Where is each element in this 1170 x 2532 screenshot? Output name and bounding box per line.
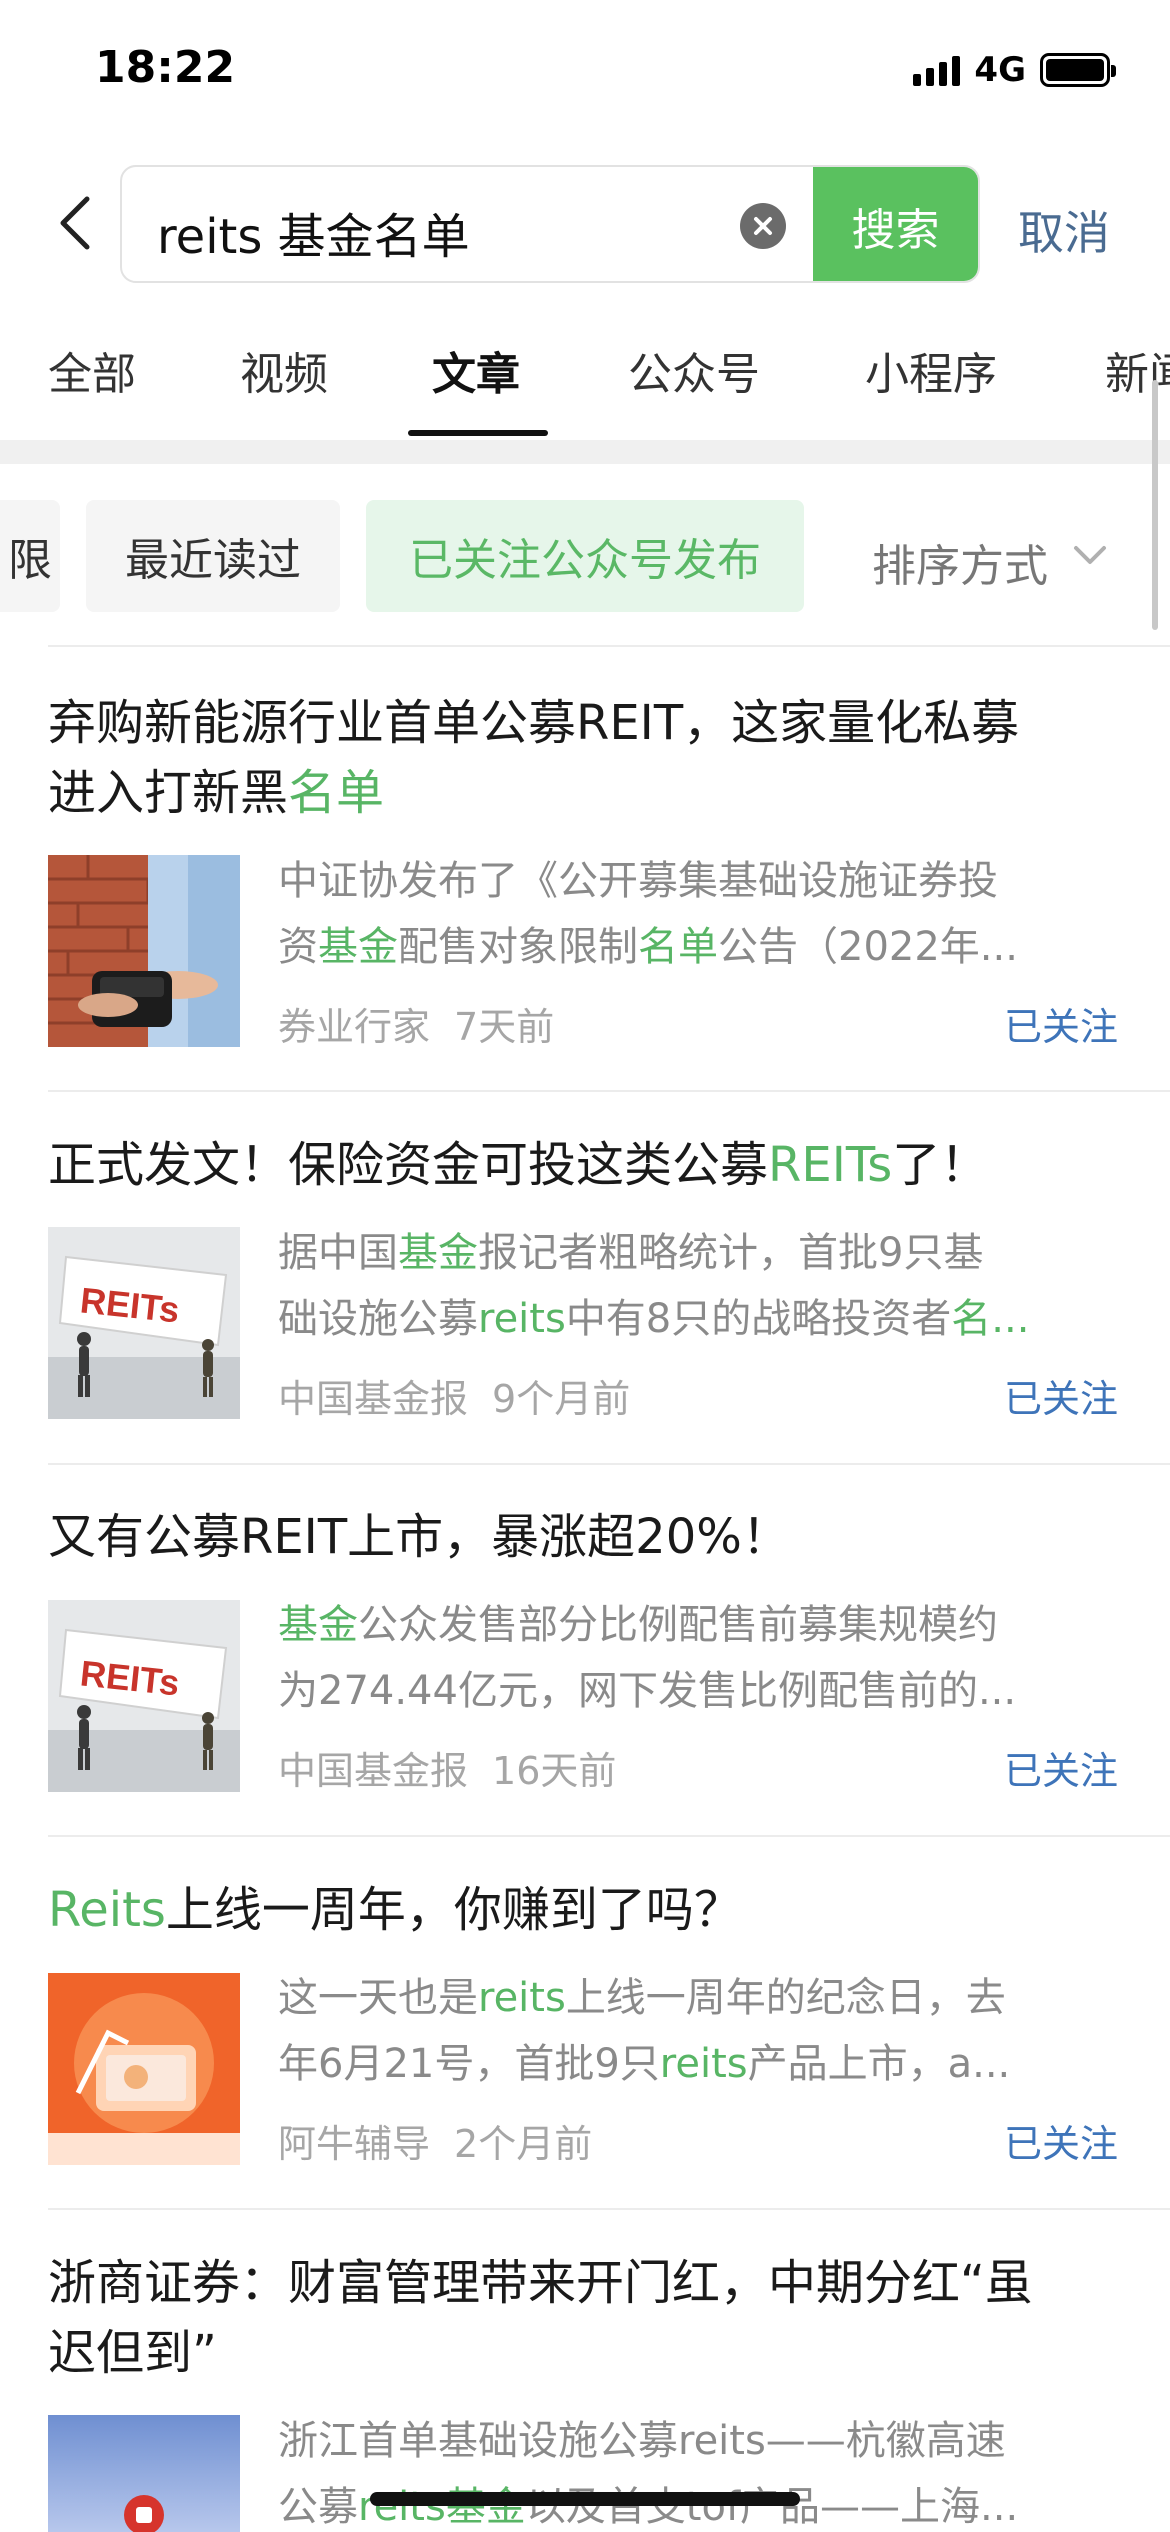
search-bar: reits 基金名单 搜索 取消 [0,165,1170,285]
divider [48,1463,1170,1465]
search-button[interactable]: 搜索 [813,167,978,281]
back-icon[interactable] [45,193,105,253]
filter-chip-label: 限 [8,535,52,586]
followed-badge: 已关注 [1003,1749,1118,1793]
filter-chip-recently-read[interactable]: 最近读过 [86,500,340,612]
search-input[interactable]: reits 基金名单 搜索 [120,165,980,283]
clear-icon[interactable] [740,203,786,249]
battery-icon [1040,53,1116,87]
followed-badge: 已关注 [1003,2122,1118,2166]
tab-mini-programs[interactable]: 小程序 [865,338,997,402]
home-indicator[interactable] [370,2492,800,2506]
article-thumbnail [48,855,240,1047]
article-snippet: 浙江首单基础设施公募reits——杭徽高速 公募reits基金以及首支tof产品… [278,2418,1019,2530]
divider [48,1090,1170,1092]
article-title[interactable]: 又有公募REIT上市，暴涨超20%！ [48,1502,1118,1572]
signal-icon [913,54,961,86]
article-snippet: 中证协发布了《公开募集基础设施证券投 资基金配售对象限制名单公告（2022年..… [278,858,1018,970]
network-type: 4G [974,50,1026,90]
result-type-tabs: 全部 视频 文章 公众号 小程序 新闻 [0,330,1170,440]
cancel-button[interactable]: 取消 [1018,197,1110,263]
article-thumbnail [48,2415,240,2532]
article-snippet: 基金公众发售部分比例配售前募集规模约 为274.44亿元，网下发售比例配售前的.… [278,1602,1017,1714]
tab-news[interactable]: 新闻 [1105,338,1170,402]
article-source[interactable]: 中国基金报 [278,1749,468,1793]
sort-dropdown[interactable]: 排序方式 [872,530,1048,594]
tab-official-accounts[interactable]: 公众号 [628,338,760,402]
tab-all[interactable]: 全部 [48,338,136,402]
article-meta: 中国基金报 16天前 [278,1740,616,1795]
article-time: 16天前 [492,1749,617,1793]
article-thumbnail: REITs [48,1600,240,1792]
followed-badge: 已关注 [1003,1005,1118,1049]
article-title[interactable]: 浙商证券：财富管理带来开门红，中期分红“虽 迟但到” [48,2248,1118,2388]
article-time: 7天前 [454,1005,555,1049]
article-snippet: 据中国基金报记者粗略统计，首批9只基 础设施公募reits中有8只的战略投资者名… [278,1230,1030,1342]
article-source[interactable]: 券业行家 [278,1005,430,1049]
article-meta: 中国基金报 9个月前 [278,1368,630,1423]
article-source[interactable]: 中国基金报 [278,1377,468,1421]
status-time: 18:22 [95,42,236,93]
filter-chip-time-limit[interactable]: 限 [0,500,60,612]
divider [48,645,1170,647]
followed-badge: 已关注 [1003,1377,1118,1421]
tab-articles[interactable]: 文章 [432,338,520,402]
divider [48,2208,1170,2210]
filter-bar: 限 最近读过 已关注公众号发布 排序方式 [0,500,1170,612]
article-title[interactable]: Reits上线一周年，你赚到了吗？ [48,1875,1118,1945]
tab-video[interactable]: 视频 [240,338,328,402]
article-time: 2个月前 [454,2122,593,2166]
article-title[interactable]: 弃购新能源行业首单公募REIT，这家量化私募 进入打新黑名单 [48,688,1118,828]
article-source[interactable]: 阿牛辅导 [278,2122,430,2166]
search-query-text[interactable]: reits 基金名单 [157,197,470,267]
section-divider [0,440,1170,464]
article-title[interactable]: 正式发文！保险资金可投这类公募REITs了！ [48,1130,1118,1200]
divider [48,1835,1170,1837]
status-indicators: 4G [913,50,1116,90]
article-meta: 券业行家 7天前 [278,996,554,1051]
article-thumbnail: REITs [48,1227,240,1419]
article-snippet: 这一天也是reits上线一周年的纪念日，去 年6月21号，首批9只reits产品… [278,1975,1011,2087]
article-meta: 阿牛辅导 2个月前 [278,2113,592,2168]
article-thumbnail [48,1973,240,2165]
status-bar: 18:22 4G [0,0,1170,150]
article-time: 9个月前 [492,1377,631,1421]
active-tab-indicator [408,430,548,436]
chevron-down-icon[interactable] [1070,536,1110,576]
filter-chip-followed-accounts[interactable]: 已关注公众号发布 [366,500,804,612]
